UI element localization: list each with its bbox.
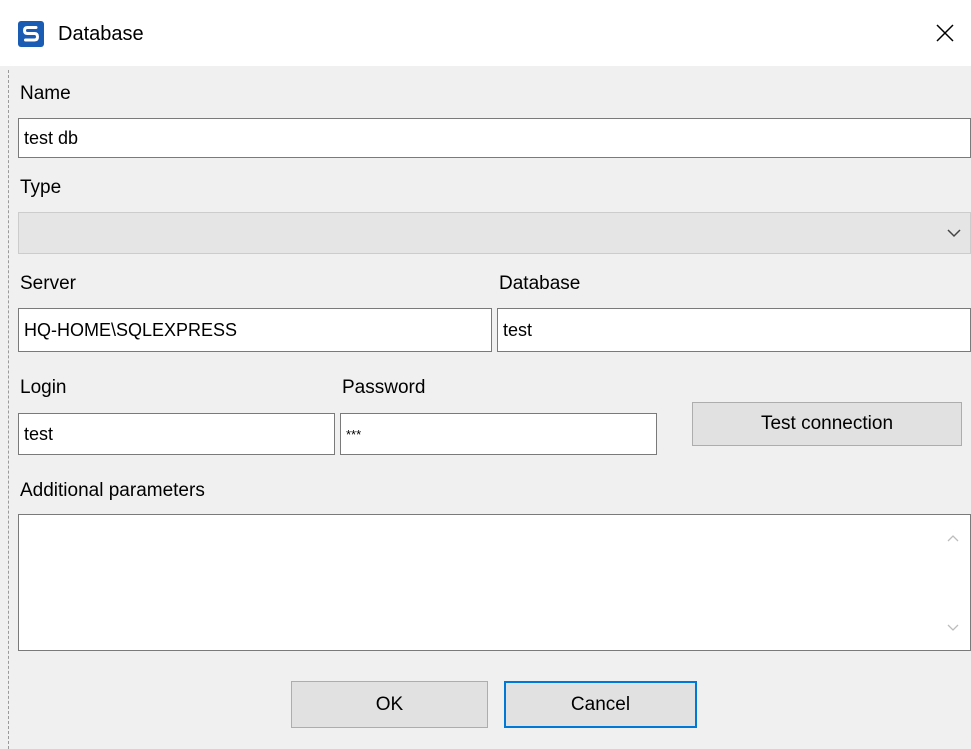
login-input[interactable] <box>18 413 335 455</box>
type-label: Type <box>20 177 62 198</box>
type-select[interactable] <box>18 212 971 254</box>
name-label: Name <box>20 83 71 104</box>
database-label: Database <box>499 273 581 294</box>
close-button[interactable] <box>922 12 968 54</box>
cancel-button[interactable]: Cancel <box>504 681 697 728</box>
login-label: Login <box>20 377 67 398</box>
additional-parameters-label: Additional parameters <box>20 480 205 501</box>
password-input[interactable] <box>340 413 657 455</box>
window-left-edge <box>8 70 9 749</box>
vertical-scrollbar[interactable] <box>938 515 970 650</box>
sql-app-icon <box>17 20 45 48</box>
database-input[interactable] <box>497 308 971 352</box>
ok-button[interactable]: OK <box>291 681 488 728</box>
test-connection-button[interactable]: Test connection <box>692 402 962 446</box>
additional-parameters-textarea[interactable] <box>18 514 971 651</box>
database-dialog: Database Name Type Server Database Login… <box>0 0 971 749</box>
window-title: Database <box>58 23 144 45</box>
title-bar[interactable]: Database <box>0 0 971 66</box>
server-label: Server <box>20 273 76 294</box>
name-input[interactable] <box>18 118 971 158</box>
password-label: Password <box>342 377 426 398</box>
server-input[interactable] <box>18 308 492 352</box>
chevron-down-icon[interactable] <box>946 623 960 633</box>
chevron-up-icon[interactable] <box>946 533 960 543</box>
chevron-down-icon <box>947 229 961 238</box>
close-icon <box>936 24 954 42</box>
